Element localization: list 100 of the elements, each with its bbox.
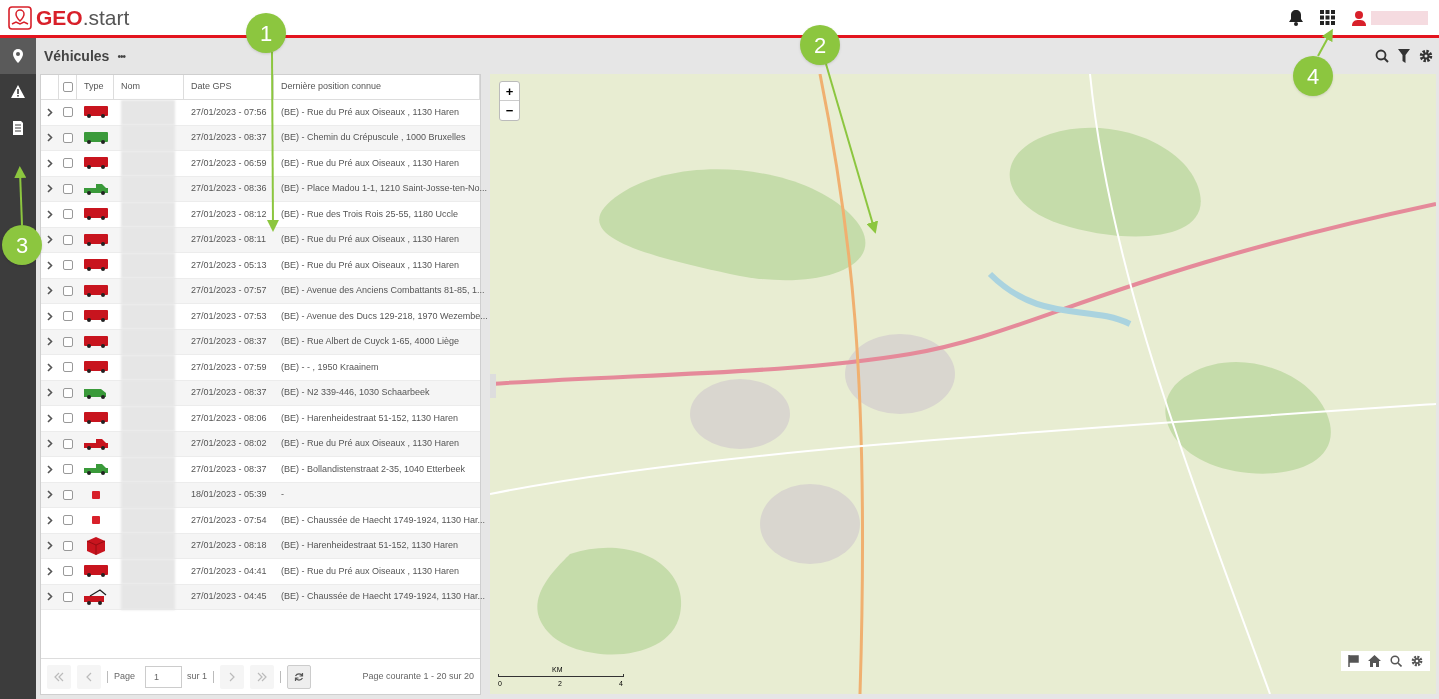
table-cell: 27/01/2023 - 05:13 (191, 258, 267, 272)
table-cell-text: 27/01/2023 - 08:11 (191, 233, 266, 246)
table-cell-text: (BE) - Chemin du Crépuscule , 1000 Bruxelles (281, 131, 466, 144)
checkbox[interactable] (63, 515, 73, 526)
chevron-right-icon[interactable] (47, 337, 53, 347)
double-chevron-left-icon (54, 671, 64, 682)
checkbox[interactable] (63, 387, 73, 398)
table-cell-text: (BE) - Rue Albert de Cuyck 1-65, 4000 Liège (281, 335, 460, 348)
table-cell-text: (BE) - Avenue des Anciens Combattants 81-85, 1... (281, 284, 485, 297)
checkbox[interactable] (63, 107, 73, 118)
checkbox[interactable] (63, 285, 73, 296)
collapse-handle[interactable] (490, 374, 496, 398)
table-cell: (BE) - Rue des Trois Rois 25-55, 1180 Uccle (281, 207, 458, 221)
search-icon[interactable] (1390, 655, 1402, 667)
warning-icon (11, 85, 25, 99)
chevron-right-icon[interactable] (47, 107, 53, 117)
checkbox[interactable] (63, 311, 73, 322)
table-cell-text: 27/01/2023 - 08:37 (191, 131, 267, 144)
chevron-right-icon[interactable] (47, 184, 53, 194)
chevron-right-icon[interactable] (47, 235, 53, 245)
chevron-right-icon[interactable] (47, 362, 53, 372)
chevron-right-icon[interactable] (47, 413, 53, 423)
column-header[interactable]: Type (84, 80, 104, 94)
table-cell: 27/01/2023 - 07:56 (191, 105, 267, 119)
chevron-right-icon[interactable] (47, 286, 53, 296)
table-cell: 27/01/2023 - 06:59 (191, 156, 267, 170)
document-icon (11, 121, 25, 135)
checkbox[interactable] (63, 413, 73, 424)
chevron-right-icon[interactable] (47, 388, 53, 398)
column-header[interactable]: Date GPS (191, 80, 232, 94)
table-cell: 27/01/2023 - 07:53 (191, 309, 267, 323)
redacted-username (1371, 10, 1428, 25)
page-summary: Page courante 1 - 20 sur 20 (362, 669, 474, 683)
bell-icon[interactable] (1288, 9, 1304, 26)
chevron-right-icon[interactable] (47, 133, 53, 143)
sidebar-tab[interactable] (0, 38, 36, 74)
checkbox[interactable] (63, 234, 73, 245)
refresh-button[interactable] (287, 664, 312, 689)
checkbox[interactable] (63, 209, 73, 220)
settings-icon[interactable] (1411, 655, 1423, 667)
checkbox[interactable] (63, 540, 73, 551)
checkbox[interactable] (63, 158, 73, 169)
table-cell: 27/01/2023 - 08:12 (191, 207, 267, 221)
table-cell: (BE) - Rue du Pré aux Oiseaux , 1130 Haren (281, 564, 459, 578)
table-cell: (BE) - Chaussée de Haecht 1749-1924, 1130 Har... (281, 513, 485, 527)
pointer-arrow (14, 166, 27, 226)
chevron-right-icon[interactable] (47, 566, 53, 576)
double-chevron-right-icon (257, 671, 268, 682)
app-logo: GEO.start (36, 7, 130, 28)
checkbox[interactable] (63, 566, 73, 577)
chevron-right-icon[interactable] (47, 515, 53, 525)
zoom-in-button[interactable]: + (500, 82, 519, 101)
checkbox[interactable] (63, 438, 73, 449)
checkbox[interactable] (63, 362, 73, 373)
table-cell-text: (BE) - N2 339-446, 1030 Schaarbeek (281, 386, 430, 399)
chevron-right-icon[interactable] (47, 592, 53, 602)
chevron-right-icon[interactable] (47, 158, 53, 168)
chevron-right-icon[interactable] (47, 209, 53, 219)
table-cell-text: (BE) - Place Madou 1-1, 1210 Saint-Josse-ten-No... (281, 182, 488, 195)
column-header[interactable]: Nom (121, 80, 140, 94)
checkbox[interactable] (63, 464, 73, 475)
flag-icon[interactable] (1348, 655, 1359, 667)
table-cell-text: (BE) - Harenheidestraat 51-152, 1130 Haren (281, 539, 458, 552)
table-cell: (BE) - Harenheidestraat 51-152, 1130 Haren (281, 411, 458, 425)
checkbox[interactable] (63, 489, 73, 500)
column-header[interactable]: Dernière position connue (281, 80, 382, 94)
table-cell: 27/01/2023 - 08:06 (191, 411, 267, 425)
chevron-right-icon[interactable] (47, 439, 53, 449)
table-cell-text: 27/01/2023 - 08:02 (191, 437, 267, 450)
chevron-right-icon[interactable] (47, 311, 53, 321)
chevron-right-icon[interactable] (47, 260, 53, 270)
table-cell-text: 27/01/2023 - 08:37 (191, 335, 267, 348)
table-cell-text: 18/01/2023 - 05:39 (191, 488, 267, 501)
search-icon[interactable] (1375, 49, 1389, 63)
user-icon[interactable] (1351, 9, 1367, 26)
checkbox[interactable] (63, 132, 73, 143)
table-cell: (BE) - - , 1950 Kraainem (281, 360, 379, 374)
checkbox[interactable] (63, 591, 73, 602)
filter-icon[interactable] (1398, 49, 1410, 63)
table-cell-text: (BE) - Rue du Pré aux Oiseaux , 1130 Haren (281, 437, 459, 450)
refresh-icon (294, 671, 305, 682)
home-icon[interactable] (1368, 655, 1381, 667)
zoom-out-button[interactable]: − (500, 101, 519, 120)
table-cell: 27/01/2023 - 04:41 (191, 564, 267, 578)
table-cell-text: 27/01/2023 - 07:57 (191, 284, 267, 297)
chevron-right-icon[interactable] (47, 464, 53, 474)
checkbox[interactable] (63, 183, 73, 194)
table-cell-text: (BE) - Chaussée de Haecht 1749-1924, 1130 Har... (281, 590, 485, 603)
table-cell: (BE) - Rue du Pré aux Oiseaux , 1130 Haren (281, 156, 459, 170)
settings-icon[interactable] (1419, 49, 1433, 63)
checkbox[interactable] (63, 260, 73, 271)
more-menu[interactable]: ••• (117, 48, 125, 64)
chevron-left-icon (84, 671, 94, 682)
chevron-right-icon[interactable] (47, 490, 53, 500)
apps-grid-icon[interactable] (1320, 10, 1335, 25)
checkbox[interactable] (63, 336, 73, 347)
chevron-right-icon[interactable] (47, 541, 53, 551)
table-cell-text: 27/01/2023 - 08:18 (191, 539, 267, 552)
page-number-field[interactable]: 1 (145, 665, 183, 688)
checkbox[interactable] (62, 82, 73, 92)
